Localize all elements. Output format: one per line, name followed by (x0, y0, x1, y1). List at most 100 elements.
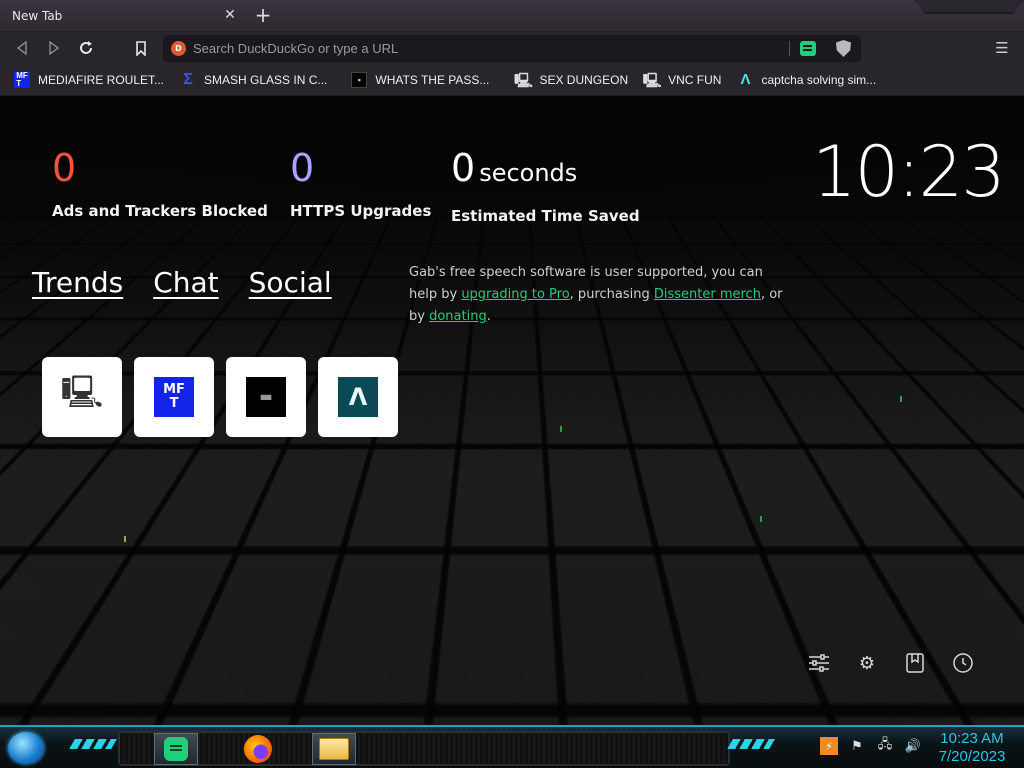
new-tab-button[interactable]: + (252, 4, 274, 26)
bookmarks-icon[interactable] (904, 652, 926, 674)
reload-button[interactable] (76, 38, 96, 58)
vnc-tile[interactable]: 🖳 (42, 357, 122, 437)
captcha-tile[interactable]: Λ (318, 357, 398, 437)
bookmark-captcha[interactable]: Λ captcha solving sim... (729, 69, 884, 91)
pc-icon: 🖳 (514, 71, 533, 88)
customize-icon[interactable] (808, 652, 830, 674)
donating-link[interactable]: donating (429, 309, 487, 324)
taskbar-app-gab-chat[interactable] (154, 733, 198, 765)
background-glint (124, 536, 126, 542)
file-explorer-icon (319, 738, 349, 760)
shields-icon[interactable] (836, 40, 851, 57)
taskbar-clock[interactable]: 10:23 AM 7/20/2023 (930, 730, 1014, 766)
tab-title: New Tab (12, 9, 63, 23)
taskbar-time: 10:23 AM (940, 730, 1004, 747)
whats-the-pass-icon: ▪ (351, 71, 368, 88)
stat-label: HTTPS Upgrades (290, 202, 432, 220)
back-icon (16, 41, 27, 55)
bookmark-label: captcha solving sim... (761, 72, 877, 87)
volume-icon[interactable]: 🔊 (904, 737, 922, 755)
promo-text: , purchasing (569, 287, 654, 302)
stat-https-upgrades: 0 HTTPS Upgrades (290, 146, 431, 220)
captcha-icon: Λ (740, 70, 751, 88)
stat-label: Estimated Time Saved (451, 207, 640, 225)
bookmark-vnc-fun[interactable]: 🖳 VNC FUN (636, 69, 729, 91)
bookmark-label: SEX DUNGEON (539, 72, 629, 87)
stat-time-saved: 0 seconds Estimated Time Saved (451, 146, 640, 225)
tray-app-icon[interactable]: ⚡ (820, 737, 838, 755)
top-sites: 🖳 MF T ▬ Λ (42, 357, 398, 437)
address-bar[interactable]: D (163, 35, 861, 62)
gab-links: Trends Chat Social (32, 266, 332, 299)
settings-icon[interactable]: ⚙ (856, 652, 878, 674)
action-center-flag-icon[interactable]: ⚑ (848, 737, 866, 755)
bookmark-label: MEDIAFIRE ROULET... (38, 72, 165, 87)
menu-icon[interactable]: ☰ (994, 39, 1010, 57)
stat-label: Ads and Trackers Blocked (52, 202, 268, 220)
link-trends[interactable]: Trends (32, 266, 123, 299)
taskbar-app-firefox[interactable] (236, 733, 280, 765)
taskbar: ⚡ ⚑ 🖧 🔊 10:23 AM 7/20/2023 (0, 725, 1024, 768)
whats-the-pass-icon: ▬ (246, 377, 286, 417)
captcha-icon: Λ (338, 377, 378, 417)
stat-value: 0 (52, 146, 77, 190)
taskbar-frame (118, 731, 730, 766)
tab-new-tab[interactable]: New Tab ✕ (0, 0, 246, 32)
pc-icon: 🖳 (60, 373, 104, 411)
reload-icon (80, 41, 92, 54)
background-glint (900, 396, 902, 402)
whats-the-pass-tile[interactable]: ▬ (226, 357, 306, 437)
bookmark-whats-the-pass[interactable]: ▪ WHATS THE PASS... (343, 69, 497, 91)
firefox-icon (244, 735, 272, 763)
dissenter-merch-link[interactable]: Dissenter merch (654, 287, 761, 302)
address-divider (789, 41, 790, 56)
window-ornament (914, 0, 1024, 14)
mediafire-icon: MF T (14, 71, 30, 88)
gab-chat-icon (164, 737, 188, 761)
title-bar: New Tab ✕ + (0, 0, 1024, 32)
stat-unit: seconds (479, 159, 578, 187)
mediafire-icon: MF T (154, 377, 194, 417)
history-icon[interactable] (952, 652, 974, 674)
forward-button[interactable] (44, 38, 64, 58)
link-social[interactable]: Social (249, 266, 332, 299)
mediafire-tile[interactable]: MF T (134, 357, 214, 437)
promo-text: . (486, 309, 491, 324)
upgrade-pro-link[interactable]: upgrading to Pro (461, 287, 569, 302)
bookmarks-bar: MF T MEDIAFIRE ROULET... Σ SMASH GLASS IN… (0, 64, 1024, 96)
background-glint (560, 426, 562, 432)
taskbar-app-explorer[interactable] (312, 733, 356, 765)
gab-chat-extension-icon[interactable] (800, 41, 816, 56)
bookmark-icon (136, 40, 146, 56)
smash-glass-icon: Σ (183, 70, 193, 88)
bookmark-mediafire[interactable]: MF T MEDIAFIRE ROULET... (6, 69, 172, 91)
bookmark-label: VNC FUN (668, 72, 722, 87)
taskbar-decoration (727, 739, 775, 749)
bookmark-label: SMASH GLASS IN C... (204, 72, 328, 87)
browser-toolbar: D ☰ (0, 32, 1024, 64)
stat-value: 0 (290, 146, 315, 190)
bookmark-label: WHATS THE PASS... (375, 72, 490, 87)
gab-promo-text: Gab's free speech software is user suppo… (409, 262, 789, 328)
taskbar-date: 7/20/2023 (938, 748, 1006, 765)
ntp-clock: 10:23 (812, 131, 1006, 213)
url-input[interactable] (193, 39, 753, 58)
link-chat[interactable]: Chat (153, 266, 218, 299)
system-tray: ⚡ ⚑ 🖧 🔊 (820, 737, 922, 755)
network-icon[interactable]: 🖧 (876, 737, 894, 755)
stat-ads-blocked: 0 Ads and Trackers Blocked (52, 146, 268, 220)
bookmark-page-button[interactable] (131, 38, 151, 58)
pc-icon: 🖳 (642, 71, 662, 88)
forward-icon (49, 41, 60, 55)
duckduckgo-icon: D (171, 41, 186, 56)
background-glint (760, 516, 762, 522)
ntp-action-buttons: ⚙ (808, 652, 974, 674)
start-button[interactable] (8, 732, 44, 764)
back-button[interactable] (12, 38, 32, 58)
new-tab-page: 0 Ads and Trackers Blocked 0 HTTPS Upgra… (0, 96, 1024, 725)
stat-value: 0 (451, 146, 476, 190)
bookmark-smash-glass[interactable]: Σ SMASH GLASS IN C... (172, 69, 335, 91)
bookmark-sex-dungeon[interactable]: 🖳 SEX DUNGEON (507, 69, 636, 91)
taskbar-decoration (69, 739, 117, 749)
tab-close-icon[interactable]: ✕ (222, 7, 238, 23)
